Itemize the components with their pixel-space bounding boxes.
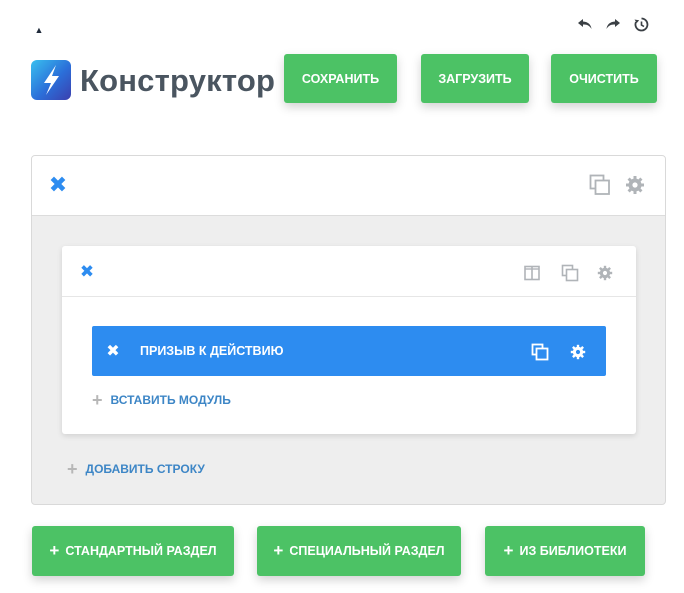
special-section-label: СПЕЦИАЛЬНЫЙ РАЗДЕЛ (289, 544, 445, 558)
add-row-label: ДОБАВИТЬ СТРОКУ (85, 462, 205, 476)
undo-icon[interactable] (576, 14, 594, 34)
plus-icon: + (92, 390, 103, 410)
row-duplicate-icon[interactable] (560, 263, 580, 283)
module-gear-icon[interactable] (569, 343, 587, 361)
section-close-icon[interactable]: ✖ (49, 172, 67, 197)
clear-button[interactable]: ОЧИСТИТЬ (551, 54, 657, 103)
insert-module-link[interactable]: + ВСТАВИТЬ МОДУЛЬ (92, 390, 231, 410)
lightning-bolt-icon (31, 60, 71, 100)
add-special-section-button[interactable]: + СПЕЦИАЛЬНЫЙ РАЗДЕЛ (257, 526, 461, 576)
section-gear-icon[interactable] (624, 174, 646, 196)
add-row-link[interactable]: + ДОБАВИТЬ СТРОКУ (67, 459, 205, 479)
row-close-icon[interactable]: ✖ (79, 262, 95, 282)
history-icon[interactable] (632, 14, 650, 34)
row-header: ✖ (62, 246, 636, 297)
load-button[interactable]: ЗАГРУЗИТЬ (421, 54, 529, 103)
from-library-label: ИЗ БИБЛИОТЕКИ (519, 544, 627, 558)
row-gear-icon[interactable] (596, 264, 614, 282)
section: ✖ ✖ ✖ ПРИЗЫВ К ДЕЙСТВИЮ + ВСТАВИТЬ МОДУЛ… (31, 155, 666, 505)
add-from-library-button[interactable]: + ИЗ БИБЛИОТЕКИ (485, 526, 645, 576)
insert-module-label: ВСТАВИТЬ МОДУЛЬ (110, 393, 231, 407)
app-title: Конструктор (80, 63, 276, 98)
add-standard-section-button[interactable]: + СТАНДАРТНЫЙ РАЗДЕЛ (32, 526, 234, 576)
collapse-toggle-icon[interactable]: ▲ (34, 25, 44, 35)
save-button[interactable]: СОХРАНИТЬ (284, 54, 397, 103)
module-label: ПРИЗЫВ К ДЕЙСТВИЮ (140, 344, 284, 358)
history-controls (576, 14, 650, 34)
module-duplicate-icon[interactable] (530, 342, 550, 362)
module-call-to-action[interactable]: ✖ ПРИЗЫВ К ДЕЙСТВИЮ (92, 326, 606, 376)
row: ✖ ✖ ПРИЗЫВ К ДЕЙСТВИЮ + ВСТАВИТЬ МОДУЛЬ (62, 246, 636, 434)
columns-icon[interactable] (523, 264, 541, 282)
plus-icon: + (503, 541, 514, 560)
plus-icon: + (49, 541, 60, 560)
plus-icon: + (273, 541, 284, 560)
section-duplicate-icon[interactable] (588, 172, 612, 198)
redo-icon[interactable] (604, 14, 622, 34)
section-header: ✖ (32, 156, 665, 216)
module-close-icon[interactable]: ✖ (106, 340, 120, 362)
standard-section-label: СТАНДАРТНЫЙ РАЗДЕЛ (65, 544, 217, 558)
plus-icon: + (67, 459, 78, 479)
